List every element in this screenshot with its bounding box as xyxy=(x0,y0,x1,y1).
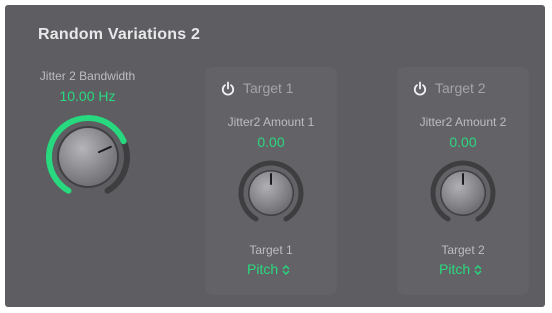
target-1-select-label: Target 1 xyxy=(249,243,293,257)
power-icon[interactable] xyxy=(412,81,428,97)
target-2-select-label: Target 2 xyxy=(441,243,485,257)
target-2-module: Target 2 Jitter2 Amount 2 0.00 Target 2 … xyxy=(397,67,529,295)
jitter2-amount-2-knob[interactable] xyxy=(428,158,498,228)
jitter2-amount-1-label: Jitter2 Amount 1 xyxy=(227,115,315,129)
target-1-select[interactable]: Pitch xyxy=(247,261,291,277)
target-1-title: Target 1 xyxy=(243,80,294,96)
random-variations-panel: Random Variations 2 Jitter 2 Bandwidth 1… xyxy=(5,5,545,307)
target-2-title: Target 2 xyxy=(435,80,486,96)
bandwidth-label: Jitter 2 Bandwidth xyxy=(39,69,136,83)
power-icon[interactable] xyxy=(220,81,236,97)
target-1-header: Target 1 xyxy=(205,79,337,99)
jitter2-amount-1-value[interactable]: 0.00 xyxy=(205,134,337,150)
jitter2-amount-1-knob[interactable] xyxy=(236,158,306,228)
jitter2-amount-2-value[interactable]: 0.00 xyxy=(397,134,529,150)
bandwidth-value[interactable]: 10.00 Hz xyxy=(25,88,150,104)
bandwidth-knob[interactable] xyxy=(43,112,133,202)
target-2-header: Target 2 xyxy=(397,79,529,99)
section-title: Random Variations 2 xyxy=(38,26,201,43)
chevron-updown-icon xyxy=(474,265,482,276)
target-2-select-value: Pitch xyxy=(439,261,471,277)
jitter2-amount-2-label: Jitter2 Amount 2 xyxy=(419,115,507,129)
target-1-module: Target 1 Jitter2 Amount 1 0.00 Target 1 … xyxy=(205,67,337,295)
target-1-select-value: Pitch xyxy=(247,261,279,277)
chevron-updown-icon xyxy=(282,265,290,276)
target-2-select[interactable]: Pitch xyxy=(439,261,483,277)
